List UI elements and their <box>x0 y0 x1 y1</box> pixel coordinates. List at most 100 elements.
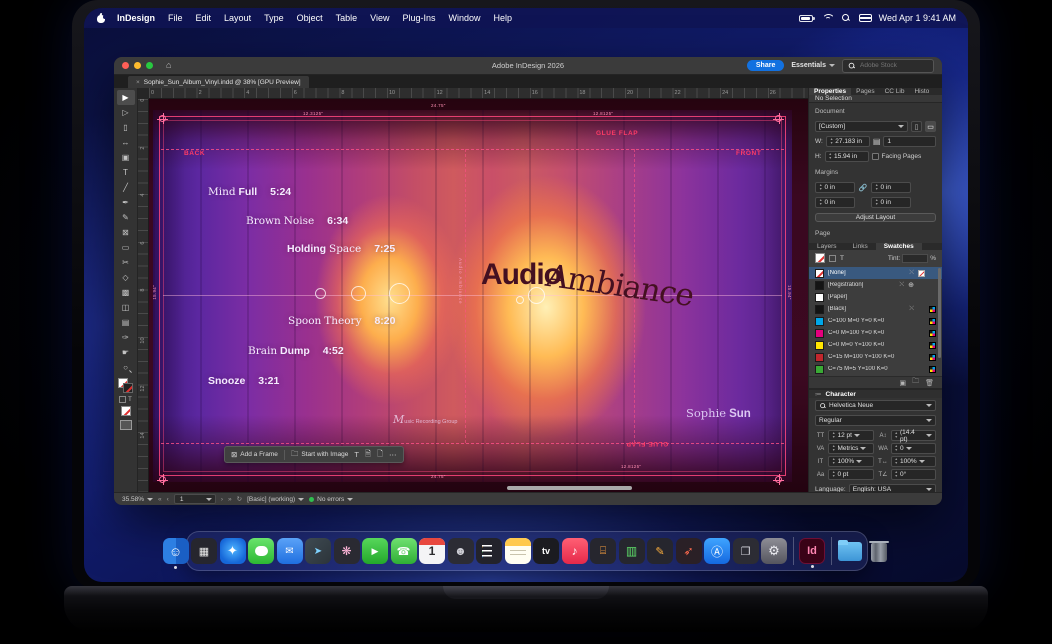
skew-field[interactable]: ▲▼0° <box>891 469 937 480</box>
add-frame-button[interactable]: ⊠Add a Frame <box>231 450 278 459</box>
portrait-orientation-button[interactable]: ▯ <box>911 121 922 132</box>
menu-item[interactable]: Edit <box>196 13 212 23</box>
battery-icon[interactable] <box>799 15 813 22</box>
type-tool-shortcut-icon[interactable]: T <box>354 450 359 459</box>
fill-stroke-indicator[interactable] <box>118 378 134 394</box>
dock-item-appstore[interactable]: Ⓐ <box>704 538 730 564</box>
tool-free-transform[interactable]: ◇ <box>117 270 135 285</box>
menu-item[interactable]: File <box>168 13 183 23</box>
workspace-switcher[interactable]: Essentials <box>791 62 835 69</box>
tab-pages[interactable]: Pages <box>851 88 879 95</box>
menu-item[interactable]: Window <box>449 13 481 23</box>
swatch-row-red[interactable]: C=15 M=100 Y=100 K=0 ⤬ ⊕ <box>809 351 942 363</box>
horizontal-ruler[interactable]: 02468101214161820222426 <box>149 88 808 99</box>
tool-selection[interactable]: ▶ <box>117 90 135 105</box>
fill-proxy-none[interactable] <box>815 253 825 263</box>
tool-pencil[interactable]: ✎ <box>117 210 135 225</box>
tool-scissors[interactable]: ✂ <box>117 255 135 270</box>
preflight-status[interactable]: No errors <box>309 496 353 503</box>
dock-item-music[interactable]: ♪ <box>562 538 588 564</box>
delete-swatch-button[interactable]: 🗑 <box>925 379 934 387</box>
swatch-row-yellow[interactable]: C=0 M=0 Y=100 K=0 ⤬ ⊕ <box>809 339 942 351</box>
more-options-button[interactable]: ⋯ <box>389 450 397 459</box>
object-swatch-toggle[interactable] <box>829 255 836 262</box>
text-swatch-toggle[interactable]: T <box>840 255 844 262</box>
tool-note[interactable]: ▤ <box>117 315 135 330</box>
menu-item[interactable]: InDesign <box>117 13 155 23</box>
tab-links[interactable]: Links <box>845 243 876 250</box>
tool-pen[interactable]: ✒ <box>117 195 135 210</box>
menu-item[interactable]: View <box>370 13 389 23</box>
apple-menu-icon[interactable] <box>96 13 105 23</box>
dock-item-sep[interactable] <box>831 537 832 565</box>
tool-page[interactable]: ▯ <box>117 120 135 135</box>
dock-item-settings[interactable]: ⚙ <box>761 538 787 564</box>
dock-item-rocket[interactable]: ➶ <box>676 538 702 564</box>
document-tab[interactable]: × Sophie_Sun_Album_Vinyl.indd @ 38% [GPU… <box>128 76 309 88</box>
dock-item-trash[interactable] <box>866 538 892 564</box>
share-button[interactable]: Share <box>747 60 784 71</box>
dock-item-messages[interactable] <box>248 538 274 564</box>
dock-item-launchpad[interactable]: ▦ <box>191 538 217 564</box>
tab-history[interactable]: Histo <box>909 88 934 95</box>
tool-direct-selection[interactable]: ▷ <box>117 105 135 120</box>
margin-bottom-field[interactable]: ▲▼0 in <box>815 197 855 208</box>
font-style-select[interactable]: Regular <box>815 415 936 426</box>
dock-item-contacts[interactable]: ☻ <box>448 538 474 564</box>
document-add-icon[interactable]: 🗋 <box>377 448 383 461</box>
swatch-row-magenta[interactable]: C=0 M=100 Y=0 K=0 ⤬ ⊕ <box>809 327 942 339</box>
new-group-button[interactable]: 🗀 <box>912 377 919 388</box>
width-field[interactable]: ▲▼27.183 in <box>826 136 870 147</box>
horizontal-scale-field[interactable]: ▲▼100% <box>891 456 937 467</box>
new-swatch-button[interactable]: ▣ <box>899 379 906 387</box>
document-icon[interactable]: 🗎 <box>365 448 371 461</box>
dock-item-facetime[interactable]: ▶ <box>362 538 388 564</box>
dock-item-safari[interactable]: ✦ <box>220 538 246 564</box>
dock-item-finder[interactable]: ☺ <box>163 538 189 564</box>
formatting-container-icon[interactable] <box>119 396 126 403</box>
baseline-shift-field[interactable]: ▲▼0 pt <box>828 469 874 480</box>
swatch-row-registration[interactable]: [Registration] ⤬ ⊕ <box>809 279 942 291</box>
menu-item[interactable]: Plug-Ins <box>402 13 435 23</box>
document-preset-select[interactable]: [Custom] <box>815 121 908 132</box>
menu-item[interactable]: Object <box>297 13 323 23</box>
swatch-row-cyan[interactable]: C=100 M=0 Y=0 K=0 ⤬ ⊕ <box>809 315 942 327</box>
margin-right-field[interactable]: ▲▼0 in <box>871 197 911 208</box>
swatch-row-green[interactable]: C=75 M=5 Y=100 K=0 ⤬ ⊕ <box>809 363 942 375</box>
horizontal-scrollbar[interactable] <box>507 486 632 490</box>
tool-type[interactable]: T <box>117 165 135 180</box>
menu-item[interactable]: Table <box>336 13 358 23</box>
dock-item-maps[interactable]: ➤ <box>305 538 331 564</box>
swatch-row-none[interactable]: [None] ⤬ ⊕ <box>809 267 942 279</box>
menu-item[interactable]: Layout <box>224 13 251 23</box>
minimize-window-button[interactable] <box>134 62 141 69</box>
tab-swatches[interactable]: Swatches <box>876 243 922 250</box>
dock-item-downloads[interactable] <box>837 538 863 564</box>
tool-line[interactable]: ╱ <box>117 180 135 195</box>
adjust-layout-button[interactable]: Adjust Layout <box>815 213 936 222</box>
font-size-field[interactable]: ▲▼12 pt <box>828 430 874 441</box>
dock-item-sep[interactable] <box>793 537 794 565</box>
page-count-field[interactable]: 1 <box>883 136 936 147</box>
ruler-origin[interactable] <box>138 88 149 99</box>
margin-left-field[interactable]: ▲▼0 in <box>871 182 911 193</box>
dock-item-tv[interactable]: tv <box>533 538 559 564</box>
font-family-select[interactable]: Helvetica Neue <box>815 400 936 411</box>
language-select[interactable]: English: USA <box>849 484 936 492</box>
next-page-button[interactable]: › <box>221 496 223 503</box>
dock-item-mail[interactable]: ✉ <box>277 538 303 564</box>
leading-field[interactable]: ▲▼(14.4 pt) <box>891 430 937 441</box>
dock-item-reminders[interactable] <box>476 538 502 564</box>
tool-hand[interactable]: ☛ <box>117 345 135 360</box>
page-number-field[interactable] <box>174 494 216 504</box>
dock-item-keynote[interactable]: ⌸ <box>590 538 616 564</box>
menubar-clock[interactable]: Wed Apr 1 9:41 AM <box>879 13 956 23</box>
apply-none-button[interactable] <box>121 406 131 416</box>
album-spread-artwork[interactable]: BACK FRONT GLUE FLAP GLUE FLAP 12.3125" … <box>153 110 792 482</box>
vertical-scale-field[interactable]: ▲▼100% <box>828 456 874 467</box>
close-window-button[interactable] <box>122 62 129 69</box>
spotlight-icon[interactable] <box>842 14 850 22</box>
zoom-window-button[interactable] <box>146 62 153 69</box>
stroke-swatch[interactable] <box>123 383 133 393</box>
tab-cc-libraries[interactable]: CC Lib <box>880 88 910 95</box>
